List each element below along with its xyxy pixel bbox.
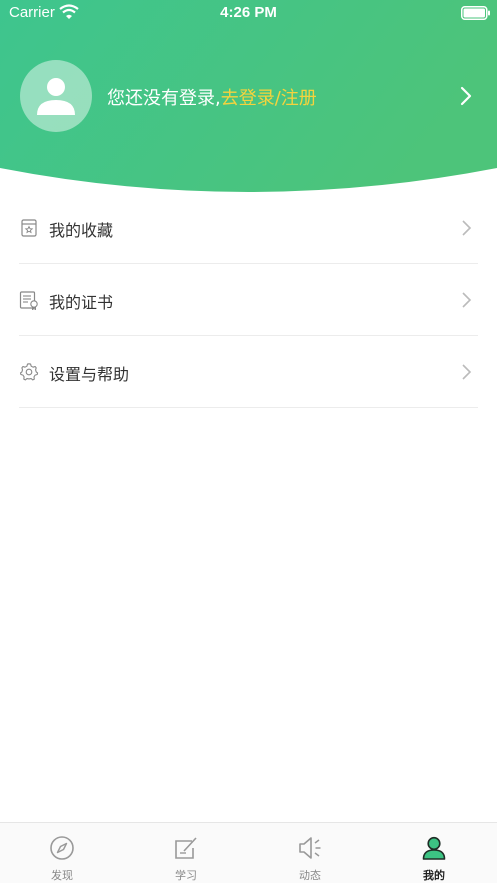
person-icon [421,835,447,865]
profile-header: Carrier 4:26 PM 您还没有登录,去登录/注册 [0,0,497,200]
bookmark-icon [19,218,39,238]
tab-study[interactable]: 学习 [124,823,248,883]
menu-item-label: 设置与帮助 [49,365,130,384]
tab-label: 动态 [299,869,321,882]
compass-icon [49,835,75,865]
person-icon [37,78,75,115]
menu-item-favorites[interactable]: 我的收藏 [19,192,478,264]
menu-list: 我的收藏 我的证书 设置与帮助 [0,192,497,408]
menu-item-label: 我的收藏 [49,221,114,240]
gear-icon [19,362,39,382]
tab-label: 发现 [51,869,73,882]
tab-bar: 发现 学习 动态 我的 [0,822,497,883]
tab-label: 学习 [175,869,197,882]
edit-icon [173,835,199,865]
login-register-link[interactable]: 去登录/注册 [221,88,317,109]
status-time: 4:26 PM [220,4,277,21]
tab-feed[interactable]: 动态 [248,823,372,883]
chevron-right-icon [461,291,473,313]
tab-discover[interactable]: 发现 [0,823,124,883]
chevron-right-icon [461,219,473,241]
chevron-right-icon [461,363,473,385]
chevron-right-icon[interactable] [459,86,473,110]
battery-icon [461,5,491,24]
avatar[interactable] [20,60,92,132]
status-bar: Carrier 4:26 PM [0,0,497,26]
login-prompt: 您还没有登录,去登录/注册 [107,84,317,110]
login-prompt-text: 您还没有登录, [107,88,221,109]
certificate-icon [19,290,39,311]
tab-mine[interactable]: 我的 [372,823,496,883]
speaker-icon [297,835,323,865]
menu-item-settings-help[interactable]: 设置与帮助 [19,336,478,408]
login-row[interactable]: 您还没有登录,去登录/注册 [0,60,497,132]
menu-item-certificates[interactable]: 我的证书 [19,264,478,336]
tab-label: 我的 [423,869,445,882]
menu-item-label: 我的证书 [49,293,114,312]
